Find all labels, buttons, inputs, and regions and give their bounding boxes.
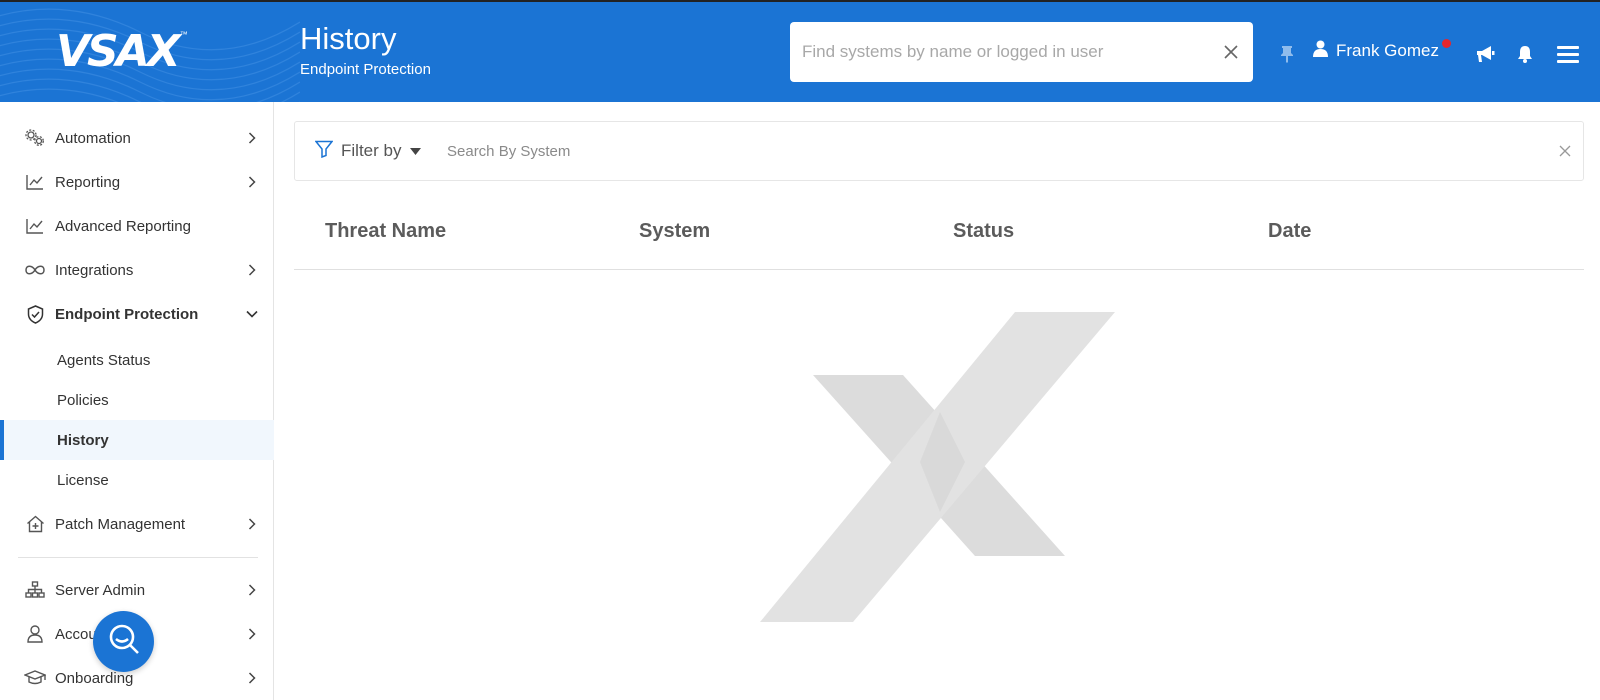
infinity-icon — [24, 259, 46, 281]
empty-state-x-logo — [760, 312, 1115, 622]
chevron-right-icon — [246, 132, 258, 144]
sidebar-subitem-label: Policies — [57, 391, 109, 409]
chevron-right-icon — [246, 264, 258, 276]
sidebar-divider — [18, 557, 258, 558]
chevron-right-icon — [246, 672, 258, 684]
home-plus-icon — [24, 513, 46, 535]
sidebar-item-advanced-reporting[interactable]: Advanced Reporting — [0, 204, 274, 248]
user-name: Frank Gomez — [1336, 41, 1439, 60]
sidebar-subitem-label: History — [57, 431, 109, 449]
line-chart-icon — [24, 215, 46, 237]
shield-check-icon — [24, 303, 46, 325]
chevron-right-icon — [246, 628, 258, 640]
sidebar: Automation Reporting Advanced Reporting … — [0, 102, 274, 700]
sidebar-subitem-label: License — [57, 471, 109, 489]
funnel-icon — [314, 140, 334, 163]
sidebar-item-label: Patch Management — [55, 515, 186, 533]
sidebar-item-reporting[interactable]: Reporting — [0, 160, 274, 204]
sidebar-item-label: Onboarding — [55, 669, 134, 687]
user-outline-icon — [24, 623, 46, 645]
sidebar-item-integrations[interactable]: Integrations — [0, 248, 274, 292]
column-header-system[interactable]: System — [639, 220, 710, 243]
sidebar-item-label: Advanced Reporting — [55, 217, 191, 235]
sidebar-item-label: Endpoint Protection — [55, 305, 199, 323]
close-icon[interactable] — [1557, 143, 1573, 159]
user-menu[interactable]: Frank Gomez — [1313, 40, 1439, 62]
chevron-right-icon — [246, 176, 258, 188]
close-icon[interactable] — [1221, 42, 1241, 62]
vsax-logo[interactable]: VSAX ™ — [56, 28, 188, 76]
chevron-right-icon — [246, 518, 258, 530]
column-header-status[interactable]: Status — [953, 220, 1014, 243]
sidebar-item-label: Server Admin — [55, 581, 146, 599]
logo-trademark: ™ — [179, 30, 188, 39]
notification-dot — [1442, 39, 1451, 48]
line-chart-icon — [24, 171, 46, 193]
bell-icon[interactable] — [1515, 44, 1535, 64]
sidebar-item-endpoint-protection[interactable]: Endpoint Protection — [0, 292, 274, 336]
sidebar-subitem-policies[interactable]: Policies — [0, 380, 274, 420]
filter-bar: Filter by — [294, 121, 1584, 181]
sidebar-subitem-license[interactable]: License — [0, 460, 274, 500]
sidebar-item-label: Reporting — [55, 173, 121, 191]
sidebar-item-label: Integrations — [55, 261, 134, 279]
sidebar-subitem-label: Agents Status — [57, 351, 151, 369]
logo-text: VSAX — [56, 26, 181, 77]
sidebar-subitem-agents-status[interactable]: Agents Status — [0, 340, 274, 380]
sidebar-item-server-admin[interactable]: Server Admin — [0, 568, 274, 612]
caret-down-icon — [410, 142, 422, 160]
hamburger-menu-icon[interactable] — [1556, 42, 1580, 66]
filter-by-label: Filter by — [341, 141, 402, 160]
graduation-cap-icon — [24, 667, 46, 689]
filter-by-button[interactable]: Filter by — [314, 140, 422, 163]
sidebar-subitem-history[interactable]: History — [0, 420, 274, 460]
search-by-system-input[interactable] — [447, 142, 1507, 160]
chevron-down-icon — [246, 308, 258, 320]
floating-search-button[interactable] — [93, 611, 154, 672]
user-icon — [1313, 40, 1328, 62]
sidebar-item-automation[interactable]: Automation — [0, 116, 274, 160]
pin-icon[interactable] — [1278, 44, 1296, 64]
column-header-threat-name[interactable]: Threat Name — [325, 220, 446, 243]
top-header: VSAX ™ History Endpoint Protection Frank… — [0, 0, 1600, 102]
column-header-date[interactable]: Date — [1268, 220, 1311, 243]
sidebar-item-label: Automation — [55, 129, 131, 147]
megaphone-icon[interactable] — [1474, 44, 1496, 64]
global-search-box — [790, 22, 1253, 82]
sidebar-item-patch-management[interactable]: Patch Management — [0, 502, 274, 546]
sitemap-icon — [24, 579, 46, 601]
table-header: Threat Name System Status Date — [294, 198, 1584, 270]
chevron-right-icon — [246, 584, 258, 596]
search-icon — [107, 622, 141, 661]
gears-icon — [24, 127, 46, 149]
page-subtitle: Endpoint Protection — [300, 61, 431, 78]
global-search-input[interactable] — [802, 42, 1221, 62]
page-title: History — [300, 21, 397, 56]
